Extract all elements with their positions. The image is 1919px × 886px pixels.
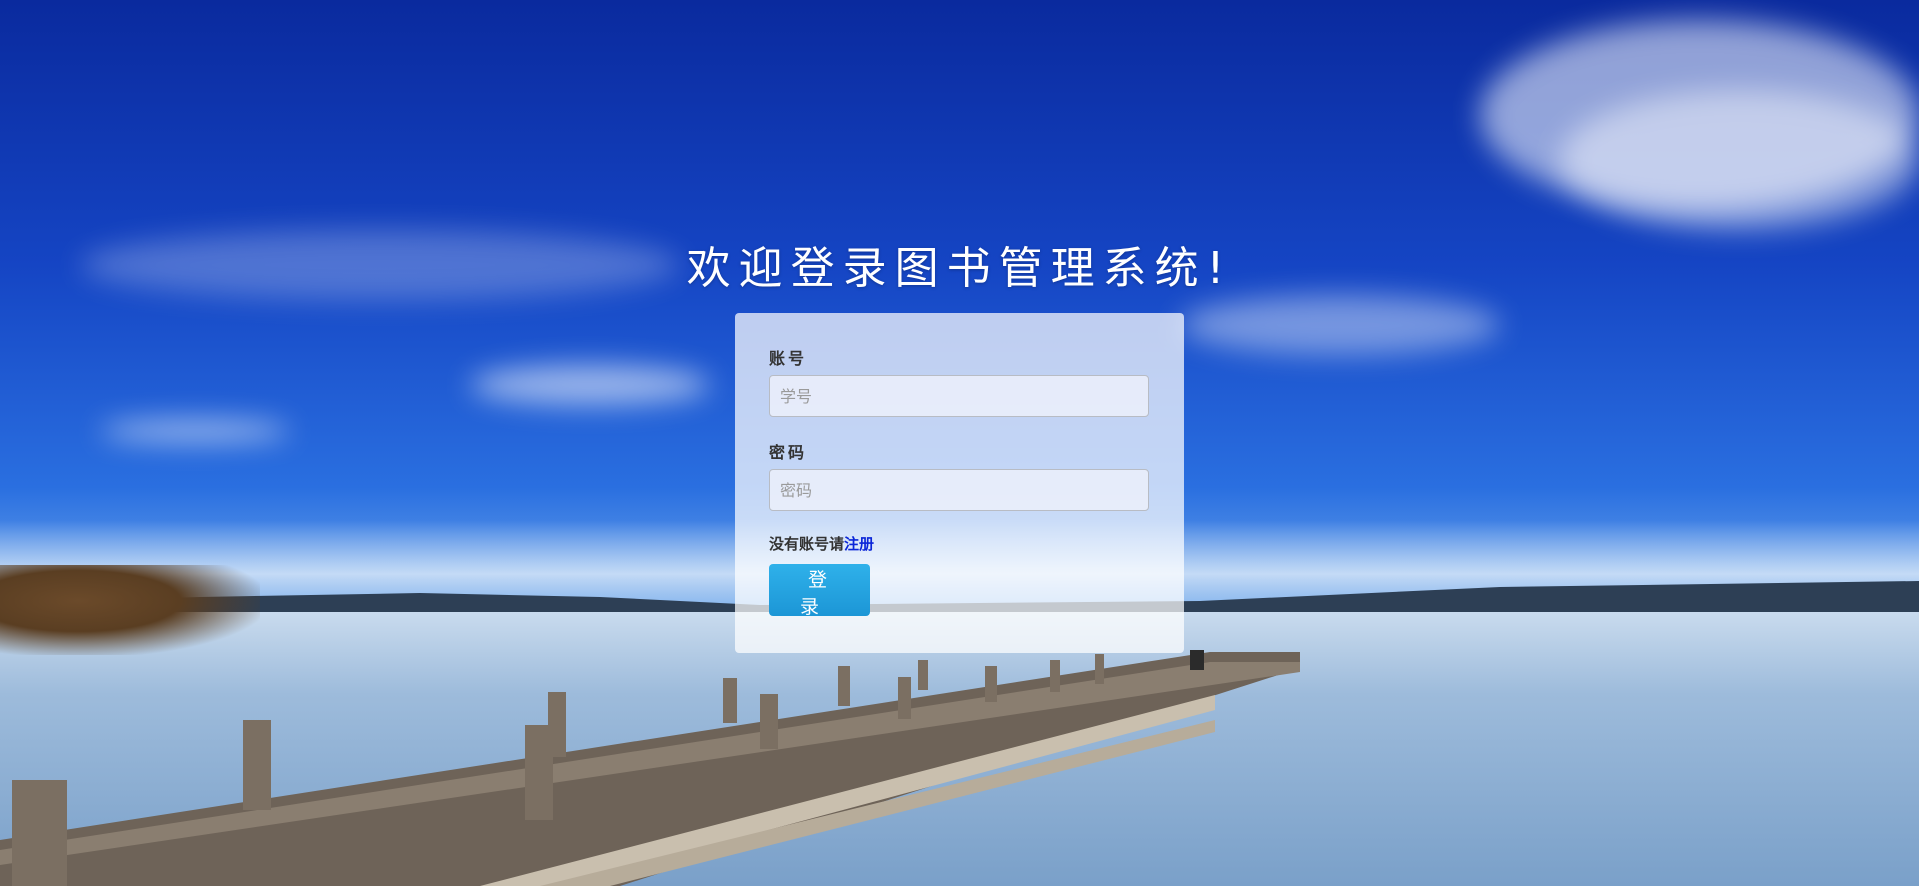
login-button[interactable]: 登 录 (769, 564, 870, 618)
register-prompt-text: 没有账号请 (769, 535, 845, 553)
background-cloud (100, 420, 290, 442)
background-cloud (1560, 90, 1919, 230)
shore-trees (0, 565, 260, 655)
password-field-group: 密码 (769, 439, 1150, 511)
background-cloud (470, 365, 710, 405)
password-input[interactable] (769, 469, 1149, 511)
page-title: 欢迎登录图书管理系统! (686, 243, 1233, 294)
background-cloud (1180, 295, 1500, 355)
login-panel: 账号 密码 没有账号请注册 登 录 (735, 313, 1184, 653)
account-field-group: 账号 (769, 345, 1150, 417)
wooden-pier (0, 650, 1300, 886)
register-prompt: 没有账号请注册 (769, 533, 1150, 554)
account-label: 账号 (769, 349, 808, 368)
account-input[interactable] (769, 375, 1149, 417)
password-label: 密码 (769, 443, 808, 462)
register-link[interactable]: 注册 (844, 535, 874, 553)
login-page: 欢迎登录图书管理系统! 账号 密码 没有账号请注册 登 录 (0, 0, 1919, 886)
